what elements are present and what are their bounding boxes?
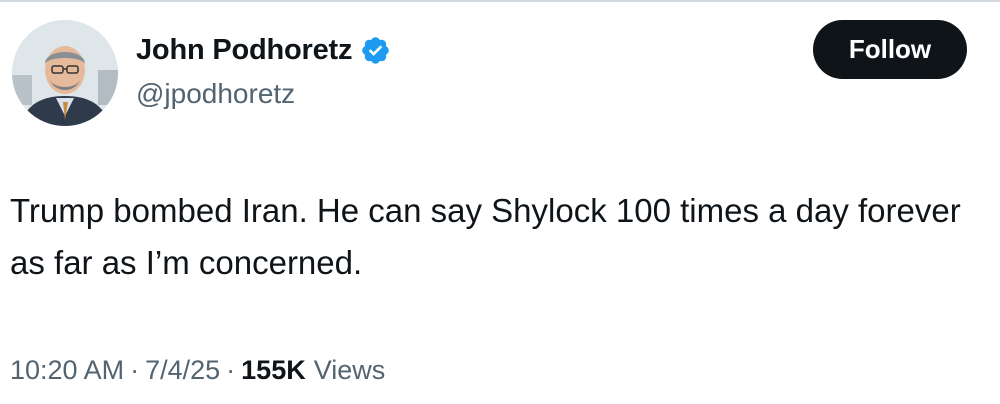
follow-button[interactable]: Follow — [813, 20, 967, 79]
avatar-image — [12, 20, 118, 126]
views-count[interactable]: 155K — [241, 355, 306, 386]
verified-badge-icon — [360, 35, 391, 66]
author-display-name[interactable]: John Podhoretz — [136, 34, 353, 67]
views-label[interactable]: Views — [314, 355, 386, 386]
tweet-date[interactable]: 7/4/25 — [145, 355, 220, 386]
tweet-text: Trump bombed Iran. He can say Shylock 10… — [10, 192, 961, 281]
tweet-time[interactable]: 10:20 AM — [10, 355, 124, 386]
meta-separator: · — [130, 355, 140, 385]
tweet-meta: 10:20 AM · 7/4/25 · 155K Views — [10, 355, 385, 386]
author-name-row: John Podhoretz — [136, 30, 391, 70]
meta-separator: · — [226, 355, 236, 385]
author-handle[interactable]: @jpodhoretz — [136, 78, 295, 110]
divider — [0, 0, 1000, 2]
avatar[interactable] — [12, 20, 118, 126]
tweet-card: John Podhoretz @jpodhoretz Follow Trump … — [0, 0, 1000, 404]
